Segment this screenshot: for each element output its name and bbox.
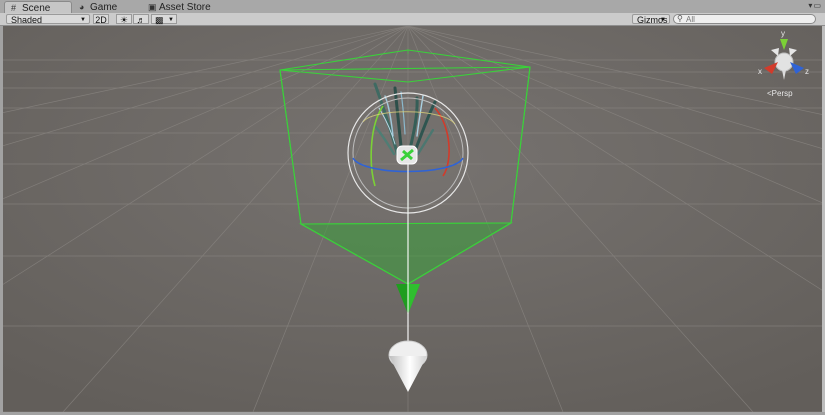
scene-viewport[interactable]: y x z <Persp (3, 26, 822, 412)
sun-icon: ☀ (119, 15, 129, 25)
speaker-icon: ♬ (136, 15, 146, 25)
chevron-down-icon: ▼ (168, 17, 174, 23)
effects-dropdown[interactable]: ▩ ▼ (151, 14, 177, 25)
tab-game[interactable]: ◕ Game (73, 1, 139, 13)
tab-asset-store[interactable]: ▣ Asset Store (142, 1, 224, 13)
tab-bar: # Scene ◕ Game ▣ Asset Store ▾▭ (0, 0, 825, 14)
axis-x-label: x (758, 67, 762, 76)
shading-mode-dropdown[interactable]: Shaded ▼ (6, 14, 90, 25)
chevron-down-icon: ▼ (660, 17, 666, 23)
audio-toggle[interactable]: ♬ (133, 14, 149, 25)
pivot-handle[interactable] (396, 145, 418, 165)
scene-canvas[interactable]: y x z (3, 26, 822, 412)
axis-z-label: z (805, 67, 809, 76)
pacman-icon: ◕ (79, 2, 85, 12)
lighting-toggle[interactable]: ☀ (116, 14, 132, 25)
tab-scene[interactable]: # Scene (4, 1, 72, 14)
search-icon: ⚲ (677, 14, 683, 23)
image-icon: ▩ (155, 15, 164, 25)
window-menu-icon[interactable]: ▾▭ (808, 1, 822, 10)
mode-2d-button[interactable]: 2D (93, 14, 109, 25)
camera-projection-toggle[interactable]: <Persp (767, 89, 793, 98)
scene-toolbar: Shaded ▼ 2D ☀ ♬ ▩ ▼ Gizmos ▼ ⚲ (0, 13, 825, 26)
search-field[interactable]: ⚲ (673, 14, 816, 24)
chevron-down-icon: ▼ (80, 17, 86, 23)
axis-y-label: y (781, 29, 785, 38)
search-input[interactable] (686, 15, 806, 23)
store-icon: ▣ (148, 2, 157, 12)
gizmos-dropdown[interactable]: Gizmos ▼ (632, 14, 670, 25)
